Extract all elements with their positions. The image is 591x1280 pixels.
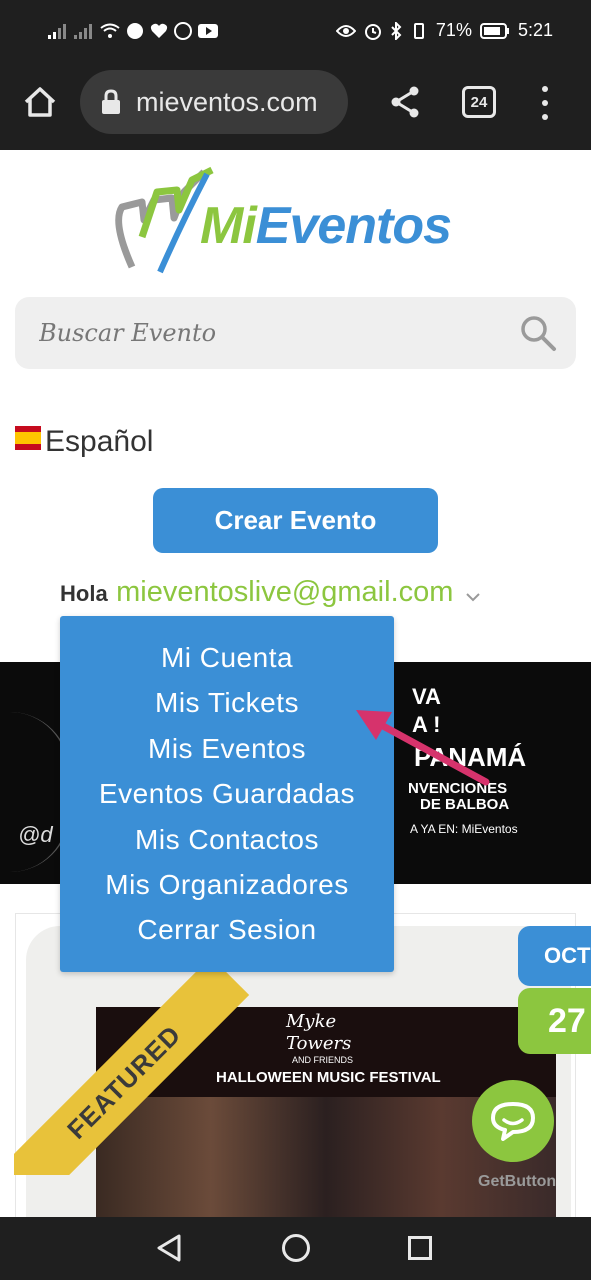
event-month-badge: OCT — [518, 926, 591, 986]
search-input[interactable] — [39, 297, 509, 369]
browser-toolbar: mieventos.com 24 — [0, 68, 591, 150]
home-circle-icon[interactable] — [282, 1234, 310, 1262]
tab-switcher-button[interactable]: 24 — [462, 86, 496, 118]
poster-headline-1: Myke — [286, 1011, 337, 1032]
home-icon[interactable] — [20, 82, 60, 122]
signal-icon-2 — [74, 24, 92, 39]
lock-icon — [102, 89, 120, 114]
heart-icon — [150, 23, 168, 38]
event-search-box — [15, 297, 576, 369]
menu-item-cerrar-sesion[interactable]: Cerrar Sesion — [60, 914, 394, 946]
bluetooth-icon — [391, 21, 402, 40]
banner-text-6: A YA EN: MiEventos — [410, 822, 518, 836]
share-icon[interactable] — [387, 84, 423, 120]
youtube-icon — [198, 24, 218, 38]
chevron-down-icon[interactable] — [466, 592, 480, 602]
event-day-badge: 27 — [518, 988, 591, 1054]
annotation-arrow-icon — [356, 710, 490, 786]
user-email: mieventoslive@gmail.com — [116, 576, 454, 608]
back-icon[interactable] — [155, 1233, 183, 1263]
poster-headline-3: AND FRIENDS — [292, 1055, 354, 1065]
eye-icon — [335, 24, 356, 37]
language-label: Español — [45, 425, 154, 458]
system-nav-bar — [0, 1217, 591, 1280]
battery-percent: 71% — [435, 20, 472, 40]
menu-item-mis-eventos[interactable]: Mis Eventos — [60, 733, 394, 765]
greeting-label: Hola — [60, 581, 108, 606]
battery-icon — [479, 22, 509, 39]
wifi-icon — [100, 23, 120, 38]
menu-item-mis-contactos[interactable]: Mis Contactos — [60, 824, 394, 856]
menu-item-mi-cuenta[interactable]: Mi Cuenta — [60, 642, 394, 674]
menu-item-mis-organizadores[interactable]: Mis Organizadores — [60, 869, 394, 901]
site-logo[interactable]: MiEventos — [112, 162, 482, 277]
whatsapp-icon-2 — [174, 22, 192, 40]
language-selector[interactable]: Español — [15, 424, 153, 460]
status-icons-left — [48, 22, 218, 40]
poster-headline-2: Towers — [286, 1033, 352, 1054]
getbutton-label[interactable]: GetButton — [478, 1173, 556, 1191]
alarm-icon — [364, 23, 381, 40]
status-bar: 71% 5:21 — [0, 0, 591, 68]
address-bar[interactable]: mieventos.com — [80, 70, 348, 134]
recent-apps-icon[interactable] — [408, 1236, 432, 1260]
create-event-button[interactable]: Crear Evento — [153, 488, 438, 553]
menu-item-eventos-guardadas[interactable]: Eventos Guardadas — [60, 778, 394, 810]
whatsapp-icon — [127, 23, 143, 39]
user-greeting[interactable]: Hola mieventoslive@gmail.com — [60, 576, 480, 609]
spain-flag-icon — [15, 426, 41, 450]
banner-text-7: @d — [18, 822, 53, 847]
logo-wordmark: MiEventos — [200, 197, 452, 255]
menu-item-mis-tickets[interactable]: Mis Tickets — [60, 687, 394, 719]
vibrate-icon — [413, 22, 424, 39]
banner-text-5: DE BALBOA — [420, 796, 510, 813]
featured-ribbon: FEATURED — [14, 945, 254, 1175]
featured-band: FEATURED — [14, 956, 250, 1175]
chat-bubble-icon — [491, 1102, 535, 1141]
overflow-menu-icon[interactable] — [533, 86, 557, 120]
search-icon[interactable] — [518, 313, 558, 353]
signal-icon — [48, 24, 66, 39]
chat-button[interactable] — [472, 1080, 554, 1162]
status-icons-right: 71% 5:21 — [335, 20, 553, 41]
featured-label: FEATURED — [60, 1018, 187, 1145]
user-account-menu: Mi Cuenta Mis Tickets Mis Eventos Evento… — [60, 616, 394, 972]
clock: 5:21 — [517, 20, 553, 40]
url-text: mieventos.com — [136, 86, 318, 117]
